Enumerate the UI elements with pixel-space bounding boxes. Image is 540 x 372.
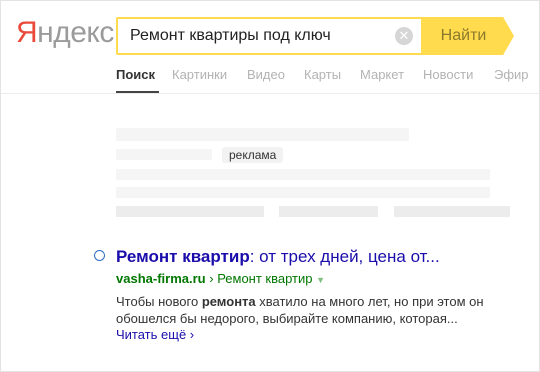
result-radio-icon[interactable] (94, 250, 105, 261)
search-input[interactable] (130, 19, 395, 53)
ad-placeholder-link-1 (116, 206, 264, 217)
ad-placeholder-link-3 (394, 206, 510, 217)
ad-badge: реклама (222, 147, 284, 163)
dropdown-arrow-icon[interactable]: ▼ (316, 275, 325, 285)
read-more-link[interactable]: Читать ещё › (116, 327, 194, 342)
ad-placeholder-link-2 (279, 206, 378, 217)
result-title-link[interactable]: Ремонт квартир: от трех дней, цена от... (116, 247, 440, 267)
tab-images[interactable]: Картинки (172, 67, 227, 82)
tab-maps[interactable]: Карты (304, 67, 341, 82)
clear-icon[interactable]: ✕ (395, 27, 413, 45)
tab-market[interactable]: Маркет (360, 67, 404, 82)
result-url: vasha-firma.ru › Ремонт квартир ▼ (116, 271, 325, 286)
ad-placeholder-line-2 (116, 187, 490, 198)
ad-placeholder-url (116, 149, 212, 160)
breadcrumb-separator: › (209, 271, 214, 286)
result-title-rest: : от трех дней, цена от... (249, 247, 440, 266)
tab-video[interactable]: Видео (247, 67, 285, 82)
search-box: ✕ (116, 17, 423, 55)
yandex-logo[interactable]: Яндекс (16, 16, 114, 50)
result-title-bold: Ремонт квартир (116, 247, 250, 266)
result-domain-link[interactable]: vasha-firma.ru (116, 271, 206, 286)
result-breadcrumb-link[interactable]: Ремонт квартир (217, 271, 312, 286)
logo-rest: ндекс (37, 16, 114, 49)
result-snippet: Чтобы нового ремонта хватило на много ле… (116, 293, 516, 327)
tab-efir[interactable]: Эфир (494, 67, 529, 82)
tab-news[interactable]: Новости (423, 67, 473, 82)
search-button[interactable]: Найти (423, 17, 514, 55)
tab-search[interactable]: Поиск (116, 67, 155, 82)
logo-first-letter: Я (16, 16, 38, 49)
ad-placeholder-line-1 (116, 169, 490, 180)
header-divider (1, 93, 539, 94)
snippet-highlight: ремонта (201, 294, 256, 309)
ad-placeholder-title (116, 128, 409, 141)
snippet-part-1: Чтобы нового (116, 294, 202, 309)
